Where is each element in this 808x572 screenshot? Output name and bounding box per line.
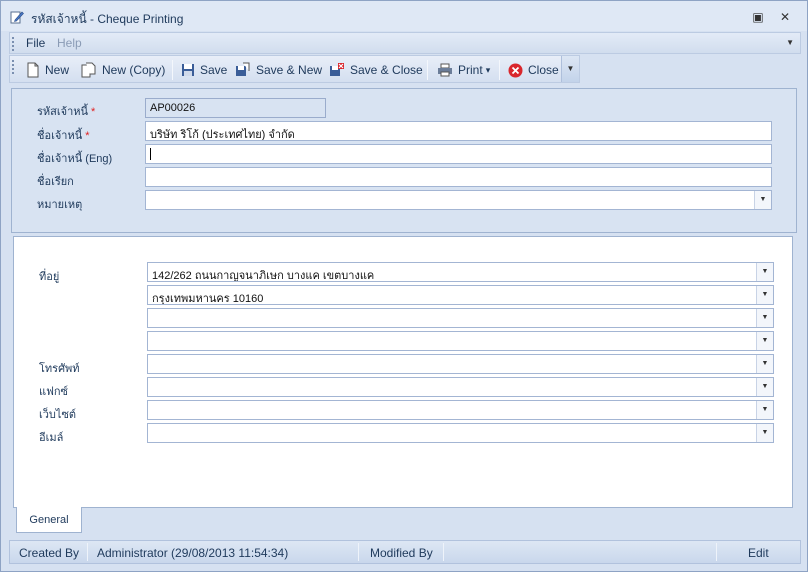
toolbar-grip[interactable]: [12, 60, 15, 74]
save-new-label: Save & New: [256, 63, 323, 77]
close-circle-icon: [508, 63, 523, 77]
email-label: อีเมล์: [39, 432, 64, 444]
close-button[interactable]: Close: [508, 60, 559, 80]
save-disk-icon: [182, 64, 194, 76]
created-by-value: Administrator (29/08/2013 11:54:34): [97, 546, 289, 560]
menu-overflow-button[interactable]: ▼: [786, 38, 794, 47]
edit-document-icon: [10, 11, 24, 24]
save-new-button[interactable]: Save & New: [235, 60, 322, 80]
address-line-2-dropdown[interactable]: ▼: [756, 286, 773, 304]
required-mark: *: [85, 130, 90, 142]
code-field[interactable]: AP00026: [145, 98, 326, 118]
address-line-4-dropdown[interactable]: ▼: [756, 332, 773, 350]
address-line-3[interactable]: ▼: [147, 308, 774, 328]
window-title: รหัสเจ้าหนี้ - Cheque Printing: [31, 12, 184, 26]
status-separator: [87, 543, 88, 561]
save-new-icon: [236, 62, 250, 76]
printer-icon: [438, 63, 452, 77]
save-close-label: Save & Close: [350, 63, 423, 77]
new-document-icon: [27, 62, 39, 78]
code-label: รหัสเจ้าหนี้ *: [37, 106, 96, 118]
website-dropdown[interactable]: ▼: [756, 401, 773, 419]
phone-label: โทรศัพท์: [39, 363, 80, 375]
save-button[interactable]: Save: [181, 60, 227, 80]
new-label: New: [45, 63, 70, 77]
menu-help[interactable]: Help: [57, 36, 82, 50]
mode-indicator: Edit: [748, 546, 769, 560]
copy-document-icon: [81, 62, 96, 78]
menu-grip[interactable]: [12, 37, 15, 51]
name-eng-field[interactable]: [145, 144, 772, 164]
website-label: เว็บไซต์: [39, 409, 77, 421]
status-bar: Created By Administrator (29/08/2013 11:…: [9, 540, 801, 564]
email-dropdown[interactable]: ▼: [756, 424, 773, 442]
general-tab-panel: ที่อยู่ 142/262 ถนนกาญจนาภิเษก บางแค เขต…: [13, 236, 793, 508]
text-cursor: [150, 148, 151, 161]
save-label: Save: [200, 63, 228, 77]
fax-label: แฟกซ์: [39, 386, 69, 398]
new-button[interactable]: New: [26, 60, 69, 80]
fax-field[interactable]: ▼: [147, 377, 774, 397]
address-label: ที่อยู่: [39, 271, 60, 283]
status-separator: [716, 543, 717, 561]
alias-label: ชื่อเรียก: [37, 176, 74, 188]
menu-file[interactable]: File: [26, 36, 45, 50]
toolbar-overflow-button[interactable]: ▼: [561, 56, 579, 82]
website-field[interactable]: ▼: [147, 400, 774, 420]
restore-button[interactable]: ▣: [751, 10, 765, 24]
print-dropdown-icon[interactable]: ▾: [486, 65, 491, 76]
remark-dropdown-button[interactable]: ▼: [754, 191, 771, 209]
address-line-4[interactable]: ▼: [147, 331, 774, 351]
address-line-3-dropdown[interactable]: ▼: [756, 309, 773, 327]
save-close-button[interactable]: Save & Close: [329, 60, 423, 80]
save-close-icon: [330, 63, 344, 76]
name-label: ชื่อเจ้าหนี้ *: [37, 130, 90, 142]
phone-field[interactable]: ▼: [147, 354, 774, 374]
window: รหัสเจ้าหนี้ - Cheque Printing ▣ ✕ File …: [0, 0, 808, 572]
status-separator: [358, 543, 359, 561]
alias-field[interactable]: [145, 167, 772, 187]
remark-label: หมายเหตุ: [37, 199, 83, 211]
created-by-label: Created By: [19, 546, 80, 560]
modified-by-label: Modified By: [370, 546, 433, 560]
header-form-panel: รหัสเจ้าหนี้ * AP00026 ชื่อเจ้าหนี้ * บริษ…: [11, 88, 797, 233]
tab-general[interactable]: General: [16, 507, 82, 533]
email-field[interactable]: ▼: [147, 423, 774, 443]
print-label: Print: [458, 63, 483, 77]
toolbar-separator: [499, 60, 500, 80]
toolbar-separator: [172, 60, 173, 80]
address-line-1[interactable]: 142/262 ถนนกาญจนาภิเษก บางแค เขตบางแค ▼: [147, 262, 774, 282]
required-mark: *: [91, 106, 96, 118]
close-window-button[interactable]: ✕: [778, 10, 792, 24]
name-field[interactable]: บริษัท ริโก้ (ประเทศไทย) จำกัด: [145, 121, 772, 141]
menu-bar: File Help ▼: [9, 32, 801, 54]
address-line-2[interactable]: กรุงเทพมหานคร 10160 ▼: [147, 285, 774, 305]
title-bar: รหัสเจ้าหนี้ - Cheque Printing ▣ ✕: [1, 1, 807, 31]
name-eng-label: ชื่อเจ้าหนี้ (Eng): [37, 153, 113, 165]
new-copy-label: New (Copy): [102, 63, 166, 77]
remark-field[interactable]: ▼: [145, 190, 772, 210]
close-label: Close: [528, 63, 559, 77]
address-line-1-dropdown[interactable]: ▼: [756, 263, 773, 281]
new-copy-button[interactable]: New (Copy): [81, 60, 165, 80]
toolbar-separator: [427, 60, 428, 80]
toolbar: New New (Copy) Save Save & New Save & Cl…: [9, 55, 580, 83]
print-button[interactable]: Print ▾: [437, 60, 490, 80]
status-separator: [443, 543, 444, 561]
fax-dropdown[interactable]: ▼: [756, 378, 773, 396]
phone-dropdown[interactable]: ▼: [756, 355, 773, 373]
